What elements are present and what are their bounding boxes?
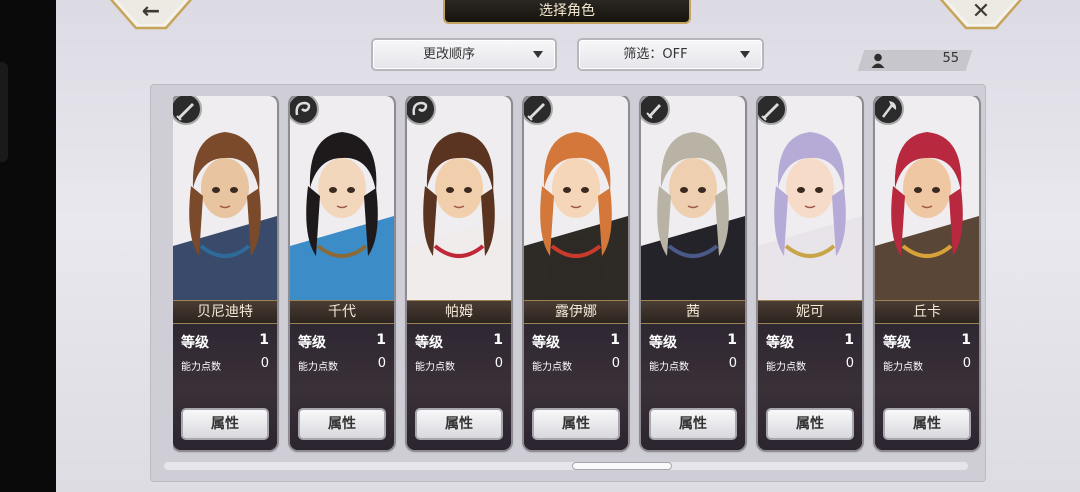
- level-value: 1: [376, 332, 386, 348]
- filter-dropdown[interactable]: 筛选：OFF: [577, 38, 764, 71]
- ability-points-value: 0: [494, 356, 503, 371]
- ability-points-value: 0: [377, 356, 386, 371]
- ability-points-label: 能力点数: [181, 362, 221, 373]
- attributes-button[interactable]: 属性: [532, 408, 620, 440]
- horizontal-scrollbar[interactable]: [164, 462, 968, 470]
- ability-points-label: 能力点数: [532, 362, 572, 373]
- character-name: 丘卡: [875, 300, 979, 324]
- character-card[interactable]: 丘卡 等级 1 能力点数 0 属性: [875, 96, 979, 450]
- sort-order-label: 更改顺序: [422, 47, 475, 62]
- ability-points-label: 能力点数: [766, 362, 806, 373]
- ability-points-value: 0: [962, 356, 971, 371]
- character-name: 露伊娜: [524, 300, 628, 324]
- dagger-icon: [641, 96, 670, 125]
- device-edge: [0, 0, 56, 492]
- sword-icon: [173, 96, 202, 125]
- character-name: 贝尼迪特: [173, 300, 277, 324]
- character-list-panel: 贝尼迪特 等级 1 能力点数 0 属性 千代 等级 1 能力点数 0 属性 帕姆…: [150, 84, 986, 482]
- back-arrow-icon: ←: [141, 0, 161, 24]
- character-card[interactable]: 妮可 等级 1 能力点数 0 属性: [758, 96, 862, 450]
- ability-points-value: 0: [260, 356, 269, 371]
- character-portrait: [407, 96, 511, 300]
- character-name: 妮可: [758, 300, 862, 324]
- filter-label: 筛选：OFF: [623, 47, 688, 62]
- ability-points-label: 能力点数: [883, 362, 923, 373]
- chevron-down-icon: [740, 51, 750, 58]
- character-card[interactable]: 露伊娜 等级 1 能力点数 0 属性: [524, 96, 628, 450]
- sword-icon: [524, 96, 553, 125]
- attributes-button[interactable]: 属性: [883, 408, 971, 440]
- level-label: 等级: [766, 335, 794, 351]
- ability-points-value: 0: [611, 356, 620, 371]
- character-card-list[interactable]: 贝尼迪特 等级 1 能力点数 0 属性 千代 等级 1 能力点数 0 属性 帕姆…: [173, 96, 986, 462]
- ability-points-label: 能力点数: [415, 362, 455, 373]
- character-portrait: [173, 96, 277, 300]
- level-label: 等级: [298, 335, 326, 351]
- level-label: 等级: [532, 335, 560, 351]
- whip-icon: [407, 96, 436, 125]
- person-icon: [871, 53, 885, 68]
- character-name: 茜: [641, 300, 745, 324]
- character-portrait: [290, 96, 394, 300]
- level-label: 等级: [649, 335, 677, 351]
- ability-points-value: 0: [728, 356, 737, 371]
- level-label: 等级: [883, 335, 911, 351]
- chevron-down-icon: [533, 51, 543, 58]
- character-portrait: [641, 96, 745, 300]
- character-portrait: [758, 96, 862, 300]
- attributes-button[interactable]: 属性: [298, 408, 386, 440]
- character-portrait: [875, 96, 979, 300]
- attributes-button[interactable]: 属性: [181, 408, 269, 440]
- page-title: 选择角色: [443, 0, 691, 24]
- level-value: 1: [259, 332, 269, 348]
- character-card[interactable]: 贝尼迪特 等级 1 能力点数 0 属性: [173, 96, 277, 450]
- character-name: 帕姆: [407, 300, 511, 324]
- close-icon: ✕: [971, 0, 991, 24]
- character-portrait: [524, 96, 628, 300]
- whip-icon: [290, 96, 319, 125]
- level-value: 1: [493, 332, 503, 348]
- scrollbar-thumb[interactable]: [572, 462, 672, 470]
- character-card[interactable]: 帕姆 等级 1 能力点数 0 属性: [407, 96, 511, 450]
- attributes-button[interactable]: 属性: [415, 408, 503, 440]
- character-card[interactable]: 茜 等级 1 能力点数 0 属性: [641, 96, 745, 450]
- ability-points-value: 0: [845, 356, 854, 371]
- device-notch: [0, 62, 8, 162]
- sword-icon: [758, 96, 787, 125]
- level-value: 1: [961, 332, 971, 348]
- character-select-screen: ← 选择角色 ✕ 更改顺序 筛选：OFF 55 贝尼迪特 等级 1 能力点数 0…: [56, 0, 1080, 492]
- close-button[interactable]: ✕: [936, 0, 1026, 30]
- character-name: 千代: [290, 300, 394, 324]
- level-label: 等级: [181, 335, 209, 351]
- level-value: 1: [844, 332, 854, 348]
- level-label: 等级: [415, 335, 443, 351]
- level-value: 1: [727, 332, 737, 348]
- axe-icon: [875, 96, 904, 125]
- level-value: 1: [610, 332, 620, 348]
- attributes-button[interactable]: 属性: [766, 408, 854, 440]
- character-card[interactable]: 千代 等级 1 能力点数 0 属性: [290, 96, 394, 450]
- sort-order-dropdown[interactable]: 更改顺序: [371, 38, 557, 71]
- attributes-button[interactable]: 属性: [649, 408, 737, 440]
- back-button[interactable]: ←: [106, 0, 196, 30]
- ability-points-label: 能力点数: [649, 362, 689, 373]
- character-count-badge: 55: [857, 50, 973, 71]
- character-count: 55: [942, 51, 959, 66]
- ability-points-label: 能力点数: [298, 362, 338, 373]
